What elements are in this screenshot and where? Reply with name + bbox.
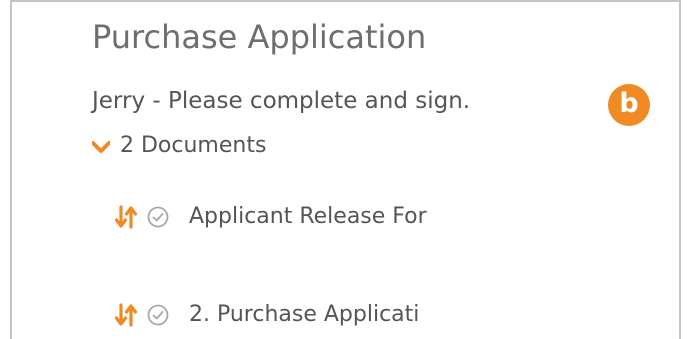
check-circle-icon <box>147 304 169 325</box>
instruction-text: Jerry - Please complete and sign. <box>92 88 471 114</box>
purchase-application-panel: Purchase Application Jerry - Please comp… <box>10 0 681 339</box>
document-row-applicant-release[interactable]: Applicant Release For <box>115 204 427 229</box>
chevron-down-icon <box>92 140 110 153</box>
sort-icon[interactable] <box>115 302 137 327</box>
documents-count-label: 2 Documents <box>120 133 267 158</box>
check-circle-icon <box>147 206 169 227</box>
document-label: 2. Purchase Applicati <box>189 302 420 327</box>
documents-toggle[interactable]: 2 Documents <box>92 133 266 158</box>
sort-icon[interactable] <box>115 204 137 229</box>
document-row-purchase-application[interactable]: 2. Purchase Applicati <box>115 302 419 327</box>
document-label: Applicant Release For <box>189 204 427 229</box>
status-badge: b <box>608 84 650 126</box>
page-title: Purchase Application <box>92 18 427 56</box>
